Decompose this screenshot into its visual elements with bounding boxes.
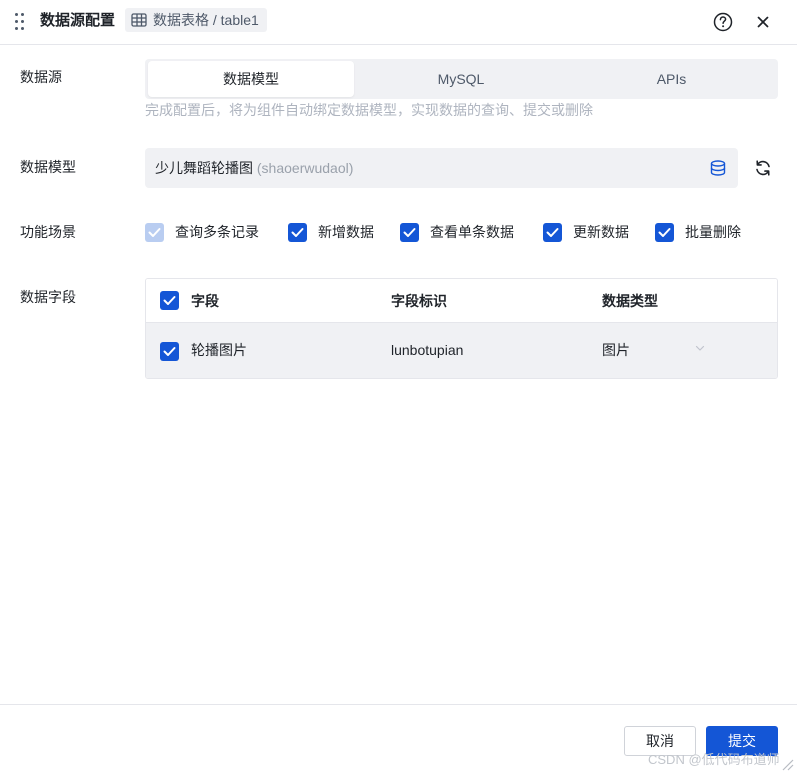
check-icon [403,227,416,237]
chevron-down-icon[interactable] [694,342,706,354]
checkbox-label: 批量删除 [685,224,741,240]
checkbox-label: 新增数据 [318,224,374,240]
checkbox-label: 更新数据 [573,224,629,240]
table-header: 字段 字段标识 数据类型 [146,279,777,323]
check-icon [546,227,559,237]
watermark: CSDN @低代码布道师 [648,752,780,767]
check-icon [163,347,176,356]
breadcrumb-text: 数据表格 / table1 [153,12,259,28]
header-field-id: 字段标识 [391,293,447,309]
type-select[interactable]: 图片 [602,340,630,360]
checkbox-label: 查看单条数据 [430,224,514,240]
select-all-checkbox[interactable] [160,291,179,310]
help-circle-icon [713,12,733,32]
dialog-header: 数据源配置 数据表格 / table1 [0,0,797,45]
tab-mysql[interactable]: MySQL [356,61,566,97]
header-field: 字段 [191,293,219,309]
scene-query-list: 查询多条记录 [145,221,259,243]
cell-field-name: 轮播图片 [191,342,247,358]
header-data-type: 数据类型 [602,293,658,309]
scene-label: 功能场景 [20,224,76,240]
model-label: 数据模型 [20,159,76,175]
datasource-tabs: 数据模型 MySQL APIs [145,59,778,99]
close-button[interactable] [752,11,774,33]
scene-view-single[interactable]: 查看单条数据 [400,221,514,243]
help-button[interactable] [712,11,734,33]
check-icon [291,227,304,237]
refresh-icon [756,160,770,176]
model-value: 少儿舞蹈轮播图 (shaoerwudaol) [155,158,353,178]
tab-data-model[interactable]: 数据模型 [148,61,354,97]
row-checkbox[interactable] [160,342,179,361]
database-icon[interactable] [709,159,727,177]
table-icon [131,13,147,27]
model-id: (shaoerwudaol) [256,160,354,176]
checkbox [145,222,164,242]
checkbox[interactable] [288,222,307,242]
model-name: 少儿舞蹈轮播图 [155,160,253,176]
drag-handle-icon[interactable] [14,12,26,32]
datasource-label: 数据源 [20,69,62,85]
check-icon [148,227,161,237]
breadcrumb: 数据表格 / table1 [125,8,267,32]
check-icon [163,296,176,305]
close-icon [757,16,769,28]
checkbox[interactable] [400,222,419,242]
checkbox[interactable] [543,222,562,242]
tab-apis[interactable]: APIs [568,61,775,97]
cell-field-id: lunbotupian [391,342,464,358]
refresh-button[interactable] [752,157,774,179]
resize-grip-icon[interactable] [780,757,794,771]
checkbox[interactable] [655,222,674,242]
fields-label: 数据字段 [20,289,76,305]
checkbox-label: 查询多条记录 [175,224,259,240]
dialog-title: 数据源配置 [40,12,116,29]
scene-batch-delete[interactable]: 批量删除 [655,221,741,243]
datasource-hint: 完成配置后，将为组件自动绑定数据模型，实现数据的查询、提交或删除 [145,102,593,118]
check-icon [658,227,671,237]
scene-update[interactable]: 更新数据 [543,221,629,243]
scene-create[interactable]: 新增数据 [288,221,374,243]
model-select[interactable]: 少儿舞蹈轮播图 (shaoerwudaol) [145,148,738,188]
fields-table: 字段 字段标识 数据类型 轮播图片 lunbotupian 图片 [145,278,778,379]
